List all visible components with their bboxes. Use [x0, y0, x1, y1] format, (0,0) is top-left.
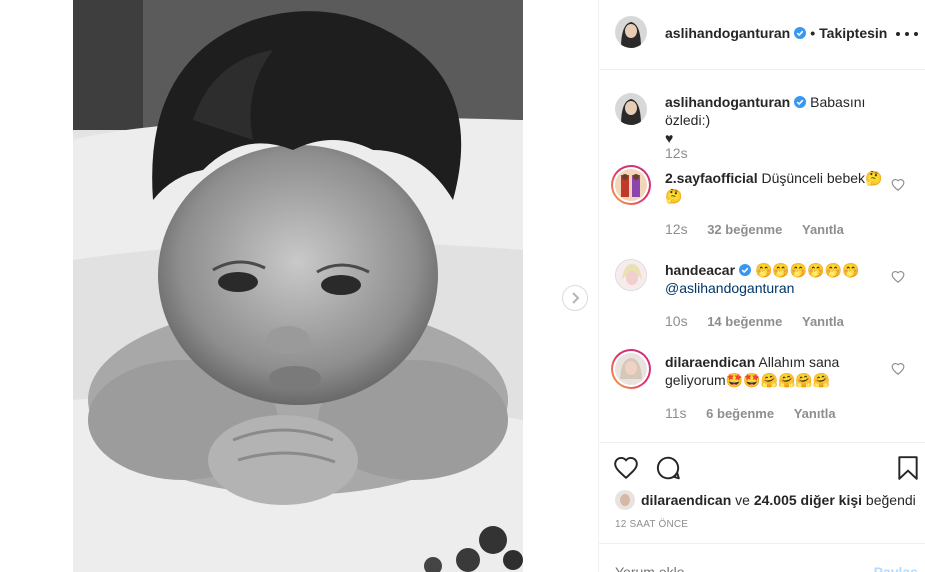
reply-button[interactable]: Yanıtla [802, 222, 844, 237]
chevron-right-icon [572, 292, 580, 304]
post-media[interactable] [73, 0, 523, 572]
profile-photo [615, 16, 647, 48]
dot [914, 32, 918, 36]
liked-by-suffix: beğendi [865, 492, 916, 508]
caption-text: aslihandoganturan Babasını özledi:) ♥ [665, 93, 895, 147]
comment-icon[interactable] [655, 455, 681, 481]
comment-username[interactable]: handeacar [665, 262, 735, 278]
comment-likes[interactable]: 32 beğenme [707, 222, 782, 237]
comment-text: handeacar 🤭🤭🤭🤭🤭🤭 @aslihandoganturan [665, 261, 895, 297]
comment-time[interactable]: 10s [665, 313, 688, 329]
comment-text: dilaraendican Allahım sana geliyorum🤩🤩🤗🤗… [665, 353, 895, 389]
reply-button[interactable]: Yanıtla [794, 406, 836, 421]
commenter-avatar[interactable] [615, 353, 647, 385]
comment-likes[interactable]: 14 beğenme [707, 314, 782, 329]
heart-icon[interactable] [613, 455, 639, 481]
post-actions [599, 442, 925, 492]
caption-username[interactable]: aslihandoganturan [665, 94, 790, 110]
caption-line2: ♥ [665, 130, 674, 146]
instagram-post-view: aslihandoganturan • Takiptesin aslihandoga… [0, 0, 925, 572]
reply-button[interactable]: Yanıtla [802, 314, 844, 329]
more-options-icon[interactable] [896, 24, 918, 44]
likes-count[interactable]: 24.005 diğer kişi [754, 492, 862, 508]
profile-photo [616, 260, 646, 290]
post-time[interactable]: 12 SAAT ÖNCE [615, 519, 688, 530]
verified-badge-icon [794, 27, 807, 39]
profile-photo [615, 93, 647, 125]
caption-meta: 12s [665, 145, 704, 161]
comment-body: 🤭🤭🤭🤭🤭🤭 [754, 262, 860, 278]
comment-time[interactable]: 12s [665, 221, 688, 237]
liker-avatar[interactable] [615, 490, 635, 510]
next-media-button[interactable] [562, 285, 588, 311]
dot [905, 32, 909, 36]
comments-list[interactable]: aslihandoganturan Babasını özledi:) ♥ 12… [599, 71, 925, 441]
comment-text: 2.sayfaofficial Düşünceli bebek🤔🤔 [665, 169, 895, 205]
mention-link[interactable]: @aslihandoganturan [665, 280, 794, 296]
profile-photo [615, 353, 647, 385]
liked-by-connector: ve [735, 492, 750, 508]
author-line: aslihandoganturan • Takiptesin [665, 25, 887, 41]
comment-likes[interactable]: 6 beğenme [706, 406, 774, 421]
baby-photo [73, 0, 523, 572]
follow-status-button[interactable]: Takiptesin [819, 25, 887, 41]
profile-photo [615, 169, 647, 201]
comment-meta: 11s 6 beğenme Yanıtla [665, 405, 852, 421]
comment-username[interactable]: dilaraendican [665, 354, 755, 370]
add-comment-bar: Paylaş [599, 543, 925, 572]
like-comment-icon[interactable] [891, 362, 905, 376]
verified-badge-icon [794, 96, 807, 108]
comment-username[interactable]: 2.sayfaofficial [665, 170, 758, 186]
liker-username[interactable]: dilaraendican [641, 492, 731, 508]
commenter-avatar[interactable] [615, 259, 647, 291]
post-header: aslihandoganturan • Takiptesin [599, 0, 925, 70]
like-comment-icon[interactable] [891, 178, 905, 192]
caption-avatar[interactable] [615, 93, 647, 125]
comment-input[interactable] [615, 564, 855, 572]
separator-dot: • [810, 25, 816, 41]
dot [896, 32, 900, 36]
author-username[interactable]: aslihandoganturan [665, 25, 790, 41]
comment-meta: 12s 32 beğenme Yanıtla [665, 221, 860, 237]
share-button[interactable]: Paylaş [874, 564, 918, 572]
comment-time[interactable]: 11s [665, 405, 687, 421]
bookmark-icon[interactable] [895, 455, 921, 481]
caption-time[interactable]: 12s [665, 145, 688, 161]
like-comment-icon[interactable] [891, 270, 905, 284]
post-side-panel: aslihandoganturan • Takiptesin aslihandoga… [598, 0, 925, 572]
commenter-avatar[interactable] [615, 169, 647, 201]
verified-badge-icon [739, 264, 752, 276]
profile-photo [615, 490, 635, 510]
liked-by-line: dilaraendican ve 24.005 diğer kişi beğen… [615, 490, 916, 510]
author-avatar[interactable] [615, 16, 647, 48]
comment-meta: 10s 14 beğenme Yanıtla [665, 313, 860, 329]
